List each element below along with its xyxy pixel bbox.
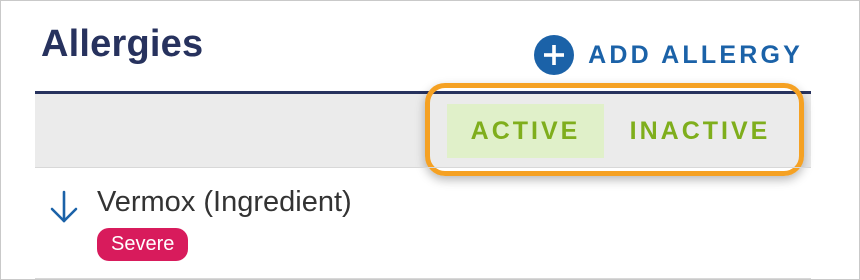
plus-circle-icon <box>534 35 575 75</box>
arrow-down-icon[interactable] <box>47 190 81 224</box>
severity-badge: Severe <box>97 228 189 261</box>
page-title: Allergies <box>41 23 204 65</box>
allergy-list-item[interactable]: Vermox (Ingredient) Severe <box>35 168 811 279</box>
list-bottom-divider <box>35 278 811 279</box>
allergy-name: Vermox (Ingredient) <box>97 186 352 218</box>
add-allergy-button[interactable]: ADD ALLERGY <box>534 35 803 75</box>
add-allergy-label: ADD ALLERGY <box>588 40 803 69</box>
filter-tabs-highlight <box>425 83 804 176</box>
allergies-panel: Allergies ADD ALLERGY ACTIVE INACTIVE Ve… <box>0 0 860 280</box>
